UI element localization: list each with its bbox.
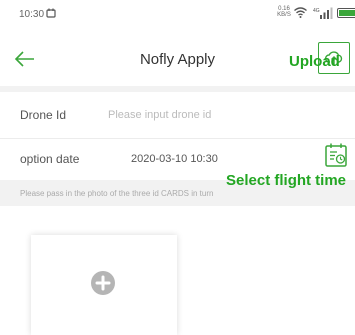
network-speed: 0.16 KB/S [277,6,291,18]
drone-id-label: Drone Id [20,108,66,122]
calendar-icon[interactable] [325,143,347,167]
drone-id-input[interactable] [108,103,328,127]
hint-text: Please pass in the photo of the three id… [20,189,213,198]
battery-icon [337,8,355,18]
network-type-label: 4G [313,8,320,14]
upload-annotation: Upload [289,53,340,70]
app-notification-icon [46,8,56,18]
wifi-icon [294,7,307,18]
add-photo-icon [88,268,118,298]
option-date-label: option date [20,152,79,166]
status-bar: 10:30 0.16 KB/S 4G [0,0,355,30]
select-time-annotation: Select flight time [226,172,346,189]
drone-id-row: Drone Id [0,94,355,139]
status-time: 10:30 [19,9,44,20]
network-speed-unit: KB/S [277,12,291,18]
id-card-photo-slot[interactable] [31,235,177,335]
section-divider [0,86,355,92]
option-date-value[interactable]: 2020-03-10 10:30 [131,153,218,165]
cellular-signal-icon: 4G [313,7,333,19]
